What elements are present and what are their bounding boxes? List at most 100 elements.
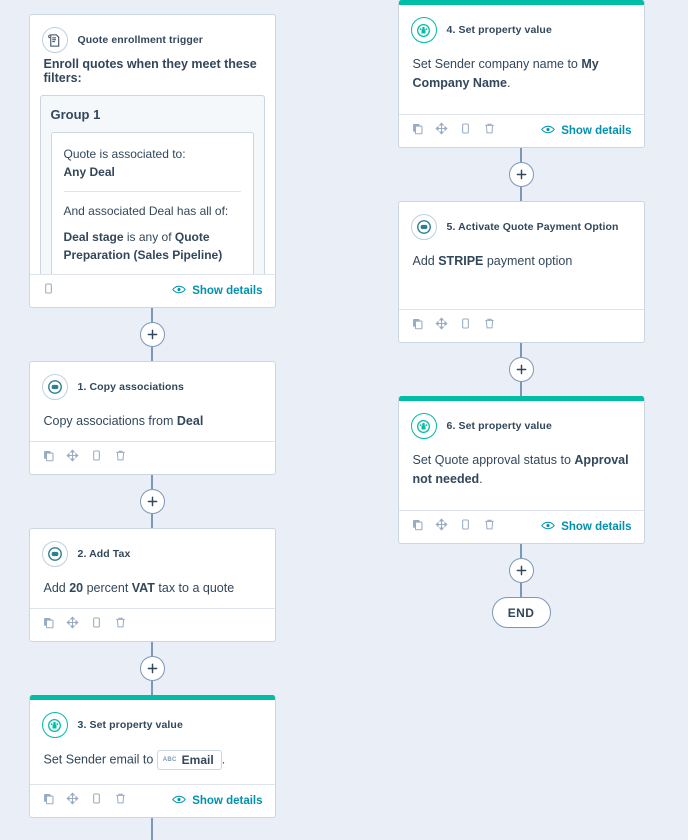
action-5-text-2: payment option [483, 254, 573, 268]
action-card-2[interactable]: 2. Add Tax Add 20 percent VAT tax to a q… [28, 528, 276, 642]
connector-line [151, 347, 153, 361]
action-6-footer-icons [411, 518, 496, 536]
action-4-show-details-label: Show details [561, 125, 632, 137]
action-card-1-body: Copy associations from Deal [30, 402, 275, 443]
duplicate-icon[interactable] [42, 449, 55, 467]
action-card-5[interactable]: 5. Activate Quote Payment Option Add STR… [397, 201, 645, 343]
clone-icon[interactable] [90, 449, 103, 467]
add-step-button[interactable] [139, 489, 165, 514]
action-card-3[interactable]: 3. Set property value Set Sender email t… [28, 695, 276, 818]
action-card-4[interactable]: 4. Set property value Set Sender company… [397, 0, 645, 148]
abc-icon: ABC [162, 756, 177, 763]
trash-icon[interactable] [114, 616, 127, 634]
trash-icon[interactable] [483, 518, 496, 536]
action-card-6-header: 6. Set property value [399, 401, 644, 441]
quote-object-icon [41, 541, 68, 567]
action-6-show-details-link[interactable]: Show details [541, 520, 632, 534]
filter-condition-1-prefix: Quote is associated to: [63, 147, 186, 161]
add-step-button[interactable] [139, 656, 165, 681]
action-card-6[interactable]: 6. Set property value Set Quote approval… [397, 396, 645, 544]
contacts-people-icon [410, 17, 437, 43]
add-step-button[interactable] [508, 162, 534, 187]
action-5-provider: STRIPE [438, 254, 484, 268]
action-card-2-footer [29, 608, 275, 641]
action-2-text-1: Add [43, 581, 70, 595]
action-card-4-title: 4. Set property value [446, 24, 552, 36]
action-2-footer-icons [42, 616, 127, 634]
add-step-button[interactable] [508, 357, 534, 382]
action-card-4-footer: Show details [398, 114, 644, 147]
clone-icon[interactable] [42, 282, 55, 300]
trigger-filter-lead: Enroll quotes when they meet these filte… [43, 57, 257, 85]
action-5-text-1: Add [412, 254, 439, 268]
connector-line [151, 308, 153, 322]
trigger-card[interactable]: Quote enrollment trigger Enroll quotes w… [28, 14, 276, 308]
action-1-value: Deal [176, 414, 204, 428]
action-2-tax-name: VAT [131, 581, 155, 595]
action-card-1-footer [29, 441, 275, 474]
trash-icon[interactable] [483, 122, 496, 140]
action-6-show-details-label: Show details [561, 521, 632, 533]
quote-object-icon [41, 374, 68, 400]
action-card-1-title: 1. Copy associations [77, 381, 184, 393]
filter-condition-2-operator: is any of [123, 230, 175, 244]
connector-line [151, 681, 153, 695]
move-icon[interactable] [65, 449, 79, 467]
trash-icon[interactable] [483, 317, 496, 335]
clone-icon[interactable] [90, 792, 103, 810]
move-icon[interactable] [65, 616, 79, 634]
trash-icon[interactable] [114, 792, 127, 810]
move-icon[interactable] [434, 518, 448, 536]
add-step-button[interactable] [508, 558, 534, 583]
clone-icon[interactable] [459, 317, 472, 335]
trigger-show-details-label: Show details [192, 285, 263, 297]
trash-icon[interactable] [114, 449, 127, 467]
duplicate-icon[interactable] [42, 616, 55, 634]
action-4-text: Set Sender company name to [412, 57, 582, 71]
contacts-people-icon [410, 413, 437, 439]
action-3-show-details-label: Show details [192, 795, 263, 807]
connector-line [520, 583, 522, 597]
duplicate-icon[interactable] [411, 317, 424, 335]
action-2-text-3: tax to a quote [154, 581, 235, 595]
action-6-period: . [479, 471, 483, 486]
move-icon[interactable] [434, 317, 448, 335]
end-node-label: END [507, 605, 535, 620]
add-step-button[interactable] [139, 322, 165, 347]
workflow-column-right: 4. Set property value Set Sender company… [389, 0, 653, 628]
trigger-show-details-link[interactable]: Show details [172, 284, 263, 298]
connector-line [520, 343, 522, 357]
connector-line [151, 642, 153, 656]
clone-icon[interactable] [459, 122, 472, 140]
filter-condition-divider [63, 191, 241, 192]
duplicate-icon[interactable] [411, 122, 424, 140]
clone-icon[interactable] [90, 616, 103, 634]
trigger-card-footer: Show details [29, 274, 275, 307]
action-card-2-header: 2. Add Tax [30, 529, 275, 569]
action-card-1[interactable]: 1. Copy associations Copy associations f… [28, 361, 276, 475]
duplicate-icon[interactable] [42, 792, 55, 810]
move-icon[interactable] [65, 792, 79, 810]
end-node: END [491, 597, 551, 628]
filter-group-1[interactable]: Group 1 Quote is associated to: Any Deal… [39, 95, 265, 274]
trigger-footer-icons [42, 282, 55, 300]
action-2-text-2: percent [83, 581, 132, 595]
move-icon[interactable] [434, 122, 448, 140]
clone-icon[interactable] [459, 518, 472, 536]
action-3-show-details-link[interactable]: Show details [172, 794, 263, 808]
connector-line [520, 148, 522, 162]
duplicate-icon[interactable] [411, 518, 424, 536]
trigger-card-header: Quote enrollment trigger [30, 15, 275, 55]
action-card-2-body: Add 20 percent VAT tax to a quote [30, 569, 275, 610]
email-property-token[interactable]: ABC Email [156, 750, 222, 771]
action-card-6-footer: Show details [398, 510, 644, 543]
action-2-amount: 20 [69, 581, 84, 595]
connector-line [520, 382, 522, 396]
filter-condition-2: And associated Deal has all of: Deal sta… [64, 202, 241, 264]
action-card-3-title: 3. Set property value [77, 719, 183, 731]
action-card-3-header: 3. Set property value [30, 700, 275, 740]
filter-condition-1-value: Any Deal [63, 165, 115, 179]
action-4-show-details-link[interactable]: Show details [541, 124, 632, 138]
filter-condition-box[interactable]: Quote is associated to: Any Deal And ass… [50, 132, 254, 274]
